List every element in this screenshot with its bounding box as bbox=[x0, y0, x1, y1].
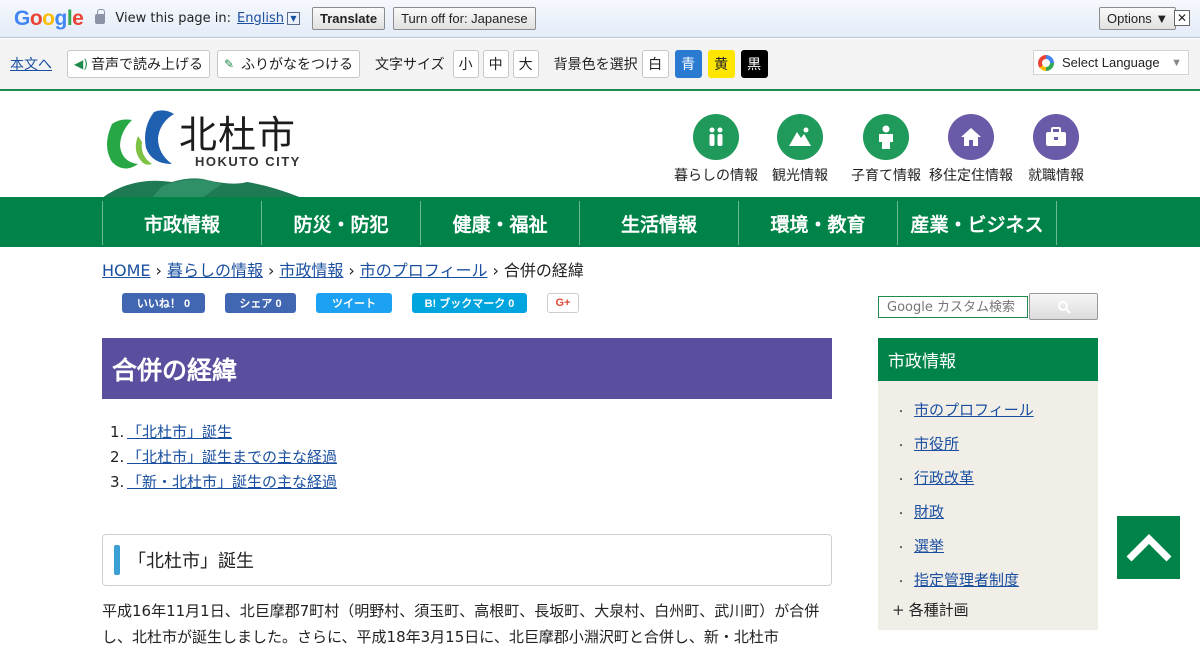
breadcrumb-current: 合併の経緯 bbox=[503, 261, 584, 280]
breadcrumb-living[interactable]: 暮らしの情報 bbox=[167, 261, 263, 280]
child-icon bbox=[863, 114, 909, 160]
bg-yellow-button[interactable]: 黄 bbox=[707, 50, 735, 78]
font-size-medium-button[interactable]: 中 bbox=[482, 50, 509, 78]
section-heading: 「北杜市」誕生 bbox=[102, 534, 832, 586]
speaker-icon: ◀) bbox=[74, 57, 88, 71]
target-language-link[interactable]: English bbox=[237, 11, 284, 26]
heading-accent-bar bbox=[114, 545, 120, 575]
bg-blue-button[interactable]: 青 bbox=[674, 50, 702, 78]
font-size-label: 文字サイズ bbox=[375, 57, 445, 73]
bg-black-button[interactable]: 黒 bbox=[740, 50, 768, 78]
gnav-living[interactable]: 生活情報 bbox=[579, 201, 738, 245]
turn-off-button[interactable]: Turn off for: Japanese bbox=[393, 7, 536, 30]
section-heading-text: 「北杜市」誕生 bbox=[128, 551, 254, 572]
translate-button[interactable]: Translate bbox=[311, 7, 386, 30]
gnav-industry-business[interactable]: 産業・ビジネス bbox=[897, 201, 1057, 245]
house-icon bbox=[948, 114, 994, 160]
site-subtitle: HOKUTO CITY bbox=[195, 154, 301, 169]
chevron-down-icon: ▼ bbox=[1171, 56, 1182, 69]
google-plus-button[interactable]: G+ bbox=[547, 293, 579, 313]
body-paragraph: 平成16年11月1日、北巨摩郡7町村（明野村、須玉町、高根町、長坂町、大泉村、白… bbox=[102, 602, 820, 646]
select-language-dropdown[interactable]: Select Language ▼ bbox=[1033, 50, 1189, 75]
google-g-icon bbox=[1038, 54, 1054, 71]
plus-icon: + bbox=[892, 601, 905, 619]
sidebar-item-profile[interactable]: ・市のプロフィール bbox=[896, 399, 1034, 420]
sidebar-item-city-hall[interactable]: ・市役所 bbox=[896, 433, 959, 454]
bg-color-label: 背景色を選択 bbox=[553, 57, 638, 73]
read-aloud-label: 音声で読み上げる bbox=[91, 57, 203, 73]
quick-link-migration[interactable]: 移住定住情報 bbox=[929, 114, 1013, 185]
quick-link-label: 就職情報 bbox=[1028, 168, 1084, 184]
breadcrumb-city-admin[interactable]: 市政情報 bbox=[279, 261, 343, 280]
gnav-environment-education[interactable]: 環境・教育 bbox=[738, 201, 897, 245]
language-dropdown-icon[interactable]: ▼ bbox=[286, 12, 300, 25]
google-translate-bar: Google View this page in: English ▼ Tran… bbox=[0, 0, 1200, 38]
gnav-city-admin[interactable]: 市政情報 bbox=[102, 201, 261, 245]
global-nav: 市政情報 防災・防犯 健康・福祉 生活情報 環境・教育 産業・ビジネス bbox=[0, 197, 1200, 247]
site-logo[interactable]: 北杜市 HOKUTO CITY bbox=[102, 106, 302, 198]
facebook-like-button[interactable]: いいね！ 0 bbox=[122, 293, 205, 313]
bg-white-button[interactable]: 白 bbox=[641, 50, 669, 78]
close-icon[interactable]: ✕ bbox=[1174, 10, 1190, 26]
toc-link-new-history[interactable]: 「新・北杜市」誕生の主な経過 bbox=[127, 473, 337, 491]
quick-link-label: 移住定住情報 bbox=[929, 168, 1013, 184]
page-top-button[interactable] bbox=[1117, 516, 1180, 579]
search-input[interactable] bbox=[878, 296, 1028, 318]
select-language-label: Select Language bbox=[1062, 55, 1160, 70]
furigana-button[interactable]: ✎ ふりがなをつける bbox=[217, 50, 360, 78]
chevron-up-icon bbox=[1126, 533, 1171, 561]
toc-item: 1. 「北杜市」誕生 bbox=[110, 423, 233, 441]
gnav-health-welfare[interactable]: 健康・福祉 bbox=[420, 201, 579, 245]
sidebar-heading: 市政情報 bbox=[878, 338, 1098, 381]
quick-link-jobs[interactable]: 就職情報 bbox=[1028, 114, 1084, 185]
sidebar-list: ・市のプロフィール ・市役所 ・行政改革 ・財政 ・選挙 ・指定管理者制度 + 各… bbox=[878, 381, 1098, 630]
sidebar-item-designated-manager[interactable]: ・指定管理者制度 bbox=[896, 569, 1019, 590]
options-button[interactable]: Options ▼ bbox=[1099, 7, 1177, 30]
font-size-large-button[interactable]: 大 bbox=[512, 50, 539, 78]
google-logo: Google bbox=[14, 6, 84, 30]
read-aloud-button[interactable]: ◀) 音声で読み上げる bbox=[67, 50, 210, 78]
toc-item: 3. 「新・北杜市」誕生の主な経過 bbox=[110, 473, 338, 491]
skip-to-content-link[interactable]: 本文へ bbox=[10, 54, 52, 74]
furigana-label: ふりがなをつける bbox=[241, 57, 353, 73]
quick-link-tourism[interactable]: 観光情報 bbox=[772, 114, 828, 185]
quick-link-label: 観光情報 bbox=[772, 168, 828, 184]
site-title: 北杜市 bbox=[179, 113, 297, 157]
translate-prompt: View this page in: bbox=[115, 11, 232, 26]
search-icon bbox=[1057, 300, 1071, 314]
breadcrumb: HOME › 暮らしの情報 › 市政情報 › 市のプロフィール › 合併の経緯 bbox=[102, 261, 584, 280]
mountain-icon bbox=[777, 114, 823, 160]
tweet-button[interactable]: ツイート bbox=[316, 293, 392, 313]
accessibility-toolbar: 本文へ ◀) 音声で読み上げる ✎ ふりがなをつける 文字サイズ 小 中 大 背… bbox=[0, 39, 1200, 91]
sidebar-item-plans[interactable]: + 各種計画 bbox=[892, 599, 969, 620]
gnav-disaster-prevention[interactable]: 防災・防犯 bbox=[261, 201, 420, 245]
sidebar-item-election[interactable]: ・選挙 bbox=[896, 535, 944, 556]
facebook-share-button[interactable]: シェア 0 bbox=[225, 293, 296, 313]
table-of-contents: 1. 「北杜市」誕生 2. 「北杜市」誕生までの主な経過 3. 「新・北杜市」誕生の主… bbox=[110, 420, 337, 495]
quick-link-living[interactable]: 暮らしの情報 bbox=[674, 114, 758, 185]
search-button[interactable] bbox=[1029, 293, 1098, 320]
sidebar-item-finance[interactable]: ・財政 bbox=[896, 501, 944, 522]
font-size-small-button[interactable]: 小 bbox=[452, 50, 479, 78]
toc-item: 2. 「北杜市」誕生までの主な経過 bbox=[110, 448, 338, 466]
page-title: 合併の経緯 bbox=[102, 338, 832, 399]
lock-icon bbox=[95, 8, 106, 24]
quick-link-label: 暮らしの情報 bbox=[674, 168, 758, 184]
quick-link-childcare[interactable]: 子育て情報 bbox=[851, 114, 921, 185]
quick-link-label: 子育て情報 bbox=[851, 168, 921, 184]
breadcrumb-home[interactable]: HOME bbox=[102, 261, 151, 280]
toc-link-birth[interactable]: 「北杜市」誕生 bbox=[127, 423, 232, 441]
family-icon bbox=[693, 114, 739, 160]
hatena-bookmark-button[interactable]: B! ブックマーク 0 bbox=[412, 293, 527, 313]
briefcase-icon bbox=[1033, 114, 1079, 160]
pencil-icon: ✎ bbox=[224, 57, 235, 71]
toc-link-history[interactable]: 「北杜市」誕生までの主な経過 bbox=[127, 448, 337, 466]
breadcrumb-profile[interactable]: 市のプロフィール bbox=[360, 261, 488, 280]
sidebar-item-admin-reform[interactable]: ・行政改革 bbox=[896, 467, 974, 488]
